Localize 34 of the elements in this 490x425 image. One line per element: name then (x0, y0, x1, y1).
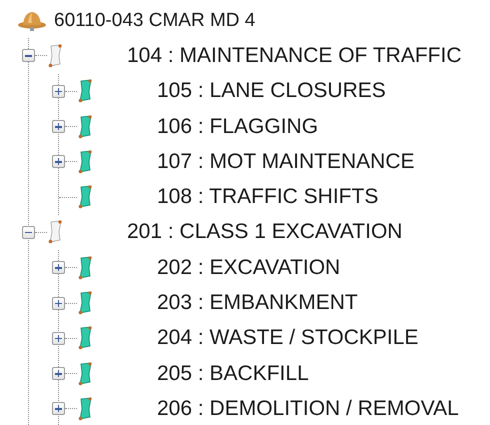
scroll-icon (77, 114, 93, 139)
tree-expander[interactable] (52, 84, 65, 98)
hat-icon (17, 10, 47, 32)
scroll-icon (77, 396, 93, 421)
scroll-icon (47, 44, 63, 68)
tree-node-label[interactable]: 104 : MAINTENANCE OF TRAFFIC (127, 44, 462, 68)
tree-expander[interactable] (52, 261, 65, 274)
tree-node-label[interactable]: 105 : LANE CLOSURES (157, 79, 386, 104)
scroll-icon (77, 79, 93, 104)
tree-node-label[interactable]: 205 : BACKFILL (157, 362, 309, 386)
tree-node-label[interactable]: 203 : EMBANKMENT (157, 291, 358, 316)
scroll-icon (77, 185, 93, 210)
scroll-icon (77, 256, 93, 280)
tree-expander[interactable] (52, 367, 65, 380)
scroll-icon (77, 150, 93, 174)
tree-expander[interactable] (52, 296, 65, 310)
tree-expander[interactable] (22, 226, 35, 239)
tree-node-label[interactable]: 107 : MOT MAINTENANCE (157, 150, 414, 174)
tree-expander[interactable] (22, 49, 35, 62)
tree-node-label[interactable]: 106 : FLAGGING (157, 114, 318, 139)
tree-node-label[interactable]: 201 : CLASS 1 EXCAVATION (127, 220, 402, 244)
scroll-icon (47, 220, 63, 244)
scroll-icon (77, 362, 93, 386)
tree-node-label[interactable]: 204 : WASTE / STOCKPILE (157, 326, 418, 350)
scroll-icon (77, 291, 93, 316)
tree-expander[interactable] (52, 332, 65, 345)
tree-expander[interactable] (52, 155, 65, 168)
tree-node-label[interactable]: 108 : TRAFFIC SHIFTS (157, 185, 378, 210)
tree-node-label[interactable]: 60110-043 CMAR MD 4 (54, 10, 256, 32)
tree-node-label[interactable]: 202 : EXCAVATION (157, 256, 340, 280)
tree-node-label[interactable]: 206 : DEMOLITION / REMOVAL (157, 396, 459, 421)
tree-expander[interactable] (52, 120, 65, 134)
tree-expander[interactable] (52, 402, 65, 416)
scroll-icon (77, 326, 93, 350)
